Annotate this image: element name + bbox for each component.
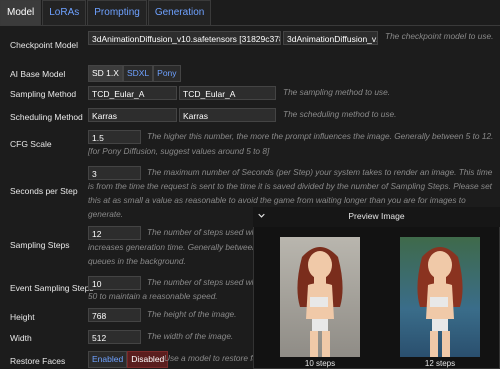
cfg-label: CFG Scale	[10, 139, 52, 149]
seconds-hint-2: is from the time the request is sent to …	[88, 181, 492, 191]
checkpoint-select[interactable]: 3dAnimationDiffusion_v10.safetensors [31…	[88, 31, 281, 45]
event-steps-label: Event Sampling Steps	[10, 283, 94, 293]
steps-input[interactable]: 12	[88, 226, 141, 240]
event-steps-hint-1: The number of steps used when	[147, 277, 266, 287]
scheduling-label: Scheduling Method	[10, 112, 83, 122]
event-steps-input[interactable]: 10	[88, 276, 141, 290]
base-model-toggle: SD 1.X SDXL Pony	[88, 65, 181, 82]
scheduling-input[interactable]: Karras	[179, 108, 276, 122]
restore-faces-disabled[interactable]: Disabled	[127, 351, 169, 368]
width-hint: The width of the image.	[147, 331, 234, 341]
cfg-hint-2: [for Pony Diffusion, suggest values arou…	[88, 146, 270, 156]
restore-faces-label: Restore Faces	[10, 356, 66, 366]
cfg-hint-1: The higher this number, the more the pro…	[147, 131, 494, 141]
base-model-sdxl[interactable]: SDXL	[122, 65, 154, 82]
sampling-hint: The sampling method to use.	[283, 87, 390, 97]
width-label: Width	[10, 333, 32, 343]
preview-title: Preview Image	[348, 211, 405, 221]
preview-image-12-steps[interactable]	[400, 237, 480, 357]
height-input[interactable]: 768	[88, 308, 141, 322]
sampling-label: Sampling Method	[10, 89, 77, 99]
base-model-sd1x[interactable]: SD 1.X	[88, 65, 123, 82]
seconds-label: Seconds per Step	[10, 186, 78, 196]
checkpoint-label: Checkpoint Model	[10, 40, 79, 50]
preview-caption-1: 10 steps	[304, 359, 336, 368]
tab-loras[interactable]: LoRAs	[42, 0, 87, 25]
tab-bar: Model LoRAs Prompting Generation	[0, 0, 212, 26]
preview-caption-2: 12 steps	[424, 359, 456, 368]
scheduling-select[interactable]: Karras	[88, 108, 177, 122]
preview-image-10-steps[interactable]	[280, 237, 360, 357]
restore-faces-toggle: Enabled Disabled	[88, 351, 169, 368]
steps-hint-2: increases generation time. Generally bet…	[88, 242, 269, 252]
seconds-hint-1: The maximum number of Seconds (per Step)…	[147, 167, 493, 177]
tab-divider	[0, 25, 500, 26]
seconds-hint-3: this at as small a value as reasonable t…	[88, 195, 466, 205]
checkpoint-hint: The checkpoint model to use.	[385, 31, 494, 41]
width-input[interactable]: 512	[88, 330, 141, 344]
tab-generation[interactable]: Generation	[147, 0, 212, 25]
checkpoint-input[interactable]: 3dAnimationDiffusion_v10.	[283, 31, 378, 45]
seconds-hint-4: generate.	[88, 209, 124, 219]
scheduling-hint: The scheduling method to use.	[283, 109, 397, 119]
height-hint: The height of the image.	[147, 309, 237, 319]
seconds-input[interactable]: 3	[88, 166, 141, 180]
restore-faces-hint: Use a model to restore face	[164, 353, 266, 363]
tab-prompting[interactable]: Prompting	[87, 0, 147, 25]
sampling-input[interactable]: TCD_Eular_A	[179, 86, 276, 100]
steps-label: Sampling Steps	[10, 240, 70, 250]
cfg-input[interactable]: 1.5	[88, 130, 141, 144]
base-model-pony[interactable]: Pony	[153, 65, 181, 82]
height-label: Height	[10, 312, 35, 322]
sampling-select[interactable]: TCD_Eular_A	[88, 86, 177, 100]
steps-hint-3: queues in the background.	[88, 256, 186, 266]
tab-model[interactable]: Model	[0, 0, 42, 25]
steps-hint-1: The number of steps used when	[147, 227, 266, 237]
base-model-label: AI Base Model	[10, 69, 66, 79]
event-steps-hint-2: 50 to maintain a reasonable speed.	[88, 291, 218, 301]
restore-faces-enabled[interactable]: Enabled	[88, 351, 128, 368]
